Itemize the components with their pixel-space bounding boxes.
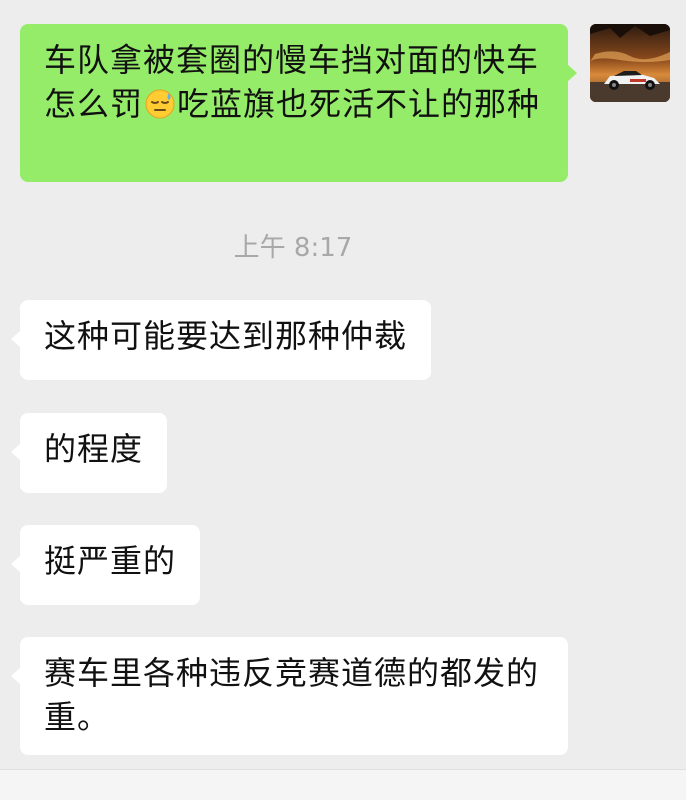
received-message-bubble[interactable]: 的程度 [10, 413, 168, 493]
message-timestamp: 上午 8:17 [233, 233, 353, 263]
received-message-bubble[interactable]: 赛车里各种违反竞赛道德的都发的重。 [11, 637, 568, 755]
message-text-part-2: 吃蓝旗也死活不让的那种 [177, 85, 541, 123]
input-bar-edge [0, 769, 686, 800]
sent-message-bubble[interactable]: 车队拿被套圈的慢车挡对面的快车怎么罚 吃蓝旗也死活不让的那种 [20, 24, 577, 182]
received-message-bubble[interactable]: 挺严重的 [10, 525, 201, 605]
race-car-avatar-icon[interactable] [590, 24, 670, 102]
received-message-bubble[interactable]: 这种可能要达到那种仲裁 [10, 300, 432, 380]
message-text: 的程度 [44, 430, 144, 468]
sleepy-sweat-emoji-icon [144, 88, 176, 120]
message-text: 这种可能要达到那种仲裁 [44, 317, 408, 355]
chat-window[interactable]: 车队拿被套圈的慢车挡对面的快车怎么罚 吃蓝旗也死活不让的那种 上午 8:17 这… [0, 0, 686, 800]
message-text: 挺严重的 [44, 542, 177, 580]
message-text: 赛车里各种违反竞赛道德的都发的重。 [44, 654, 540, 736]
